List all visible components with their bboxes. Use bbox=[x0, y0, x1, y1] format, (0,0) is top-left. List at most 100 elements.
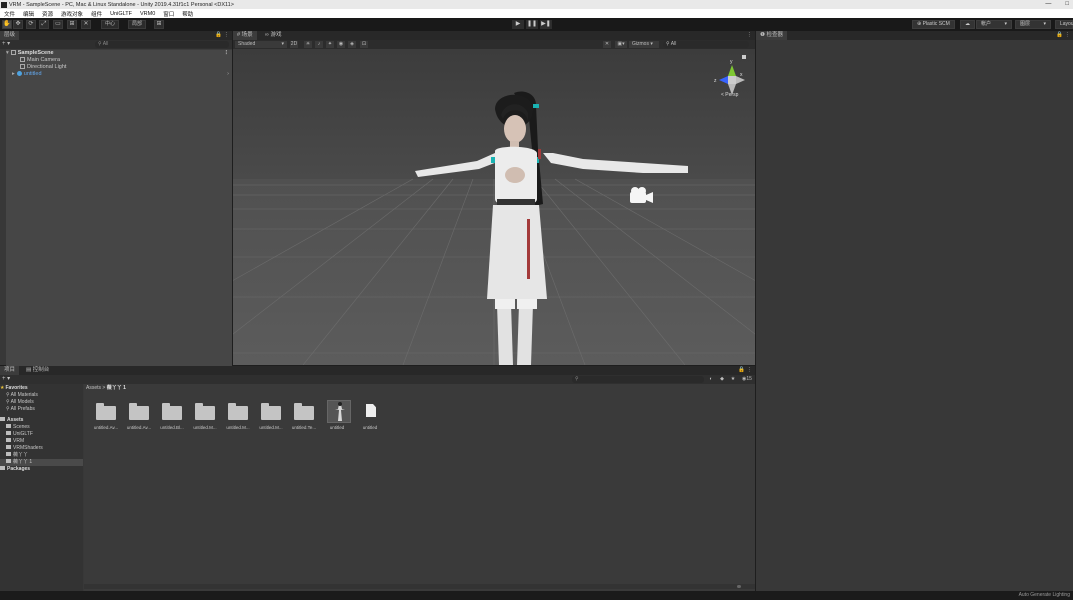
cloud-icon[interactable]: ☁ bbox=[960, 20, 975, 29]
tab-scene[interactable]: # 场景 bbox=[233, 31, 257, 40]
scene-search-input[interactable]: ⚲ All bbox=[663, 41, 749, 48]
step-button[interactable]: ▶❚ bbox=[540, 20, 552, 29]
lighting-toggle-icon[interactable]: ☀ bbox=[304, 41, 312, 48]
audio-toggle-icon[interactable]: ♪ bbox=[315, 41, 323, 48]
folder-vrm[interactable]: VRM bbox=[6, 438, 89, 445]
hand-tool-button[interactable]: ✋ bbox=[2, 20, 12, 29]
effects-toggle-icon[interactable]: ✦ bbox=[326, 41, 334, 48]
scale-tool-button[interactable]: ⤢ bbox=[39, 20, 49, 29]
menu-edit[interactable]: 编辑 bbox=[19, 10, 38, 18]
inspector-panel: ❶ 检查器 🔒 ⋮ bbox=[756, 31, 1073, 591]
hidden-objects-icon[interactable]: ◉ bbox=[337, 41, 345, 48]
panel-menu-icon[interactable]: 🔒 ⋮ bbox=[738, 366, 752, 375]
favorite-star-icon[interactable]: ★ bbox=[729, 376, 737, 383]
panel-menu-icon[interactable]: 🔒 ⋮ bbox=[215, 31, 229, 40]
scene-viewport[interactable]: y z x bbox=[233, 49, 755, 365]
tab-inspector[interactable]: ❶ 检查器 bbox=[756, 31, 787, 40]
asset-item[interactable]: untitled.M... bbox=[222, 402, 252, 438]
asset-item[interactable]: untitled.Av... bbox=[90, 402, 120, 438]
panel-menu-icon[interactable]: ⋮ bbox=[747, 31, 753, 40]
menu-component[interactable]: 组件 bbox=[87, 10, 106, 18]
rotate-tool-button[interactable]: ⟳ bbox=[26, 20, 36, 29]
menu-window[interactable]: 窗口 bbox=[159, 10, 178, 18]
folder-scenes[interactable]: Scenes bbox=[6, 424, 89, 431]
asset-name: untitled.M... bbox=[193, 425, 217, 430]
scene-menu-icon[interactable]: ⋮ bbox=[224, 50, 230, 57]
asset-item[interactable]: untitled bbox=[354, 402, 384, 438]
persp-label[interactable]: < Persp bbox=[721, 92, 738, 98]
shading-mode-dropdown[interactable]: Shaded ▾ bbox=[235, 41, 287, 48]
2d-toggle[interactable]: 2D bbox=[290, 41, 298, 48]
tools-icon[interactable]: ✕ bbox=[603, 41, 611, 48]
project-toolbar: + ▾ ⚲ ◐ ◆ ★ ◉15 bbox=[0, 375, 755, 384]
asset-size-slider[interactable] bbox=[84, 584, 755, 589]
asset-item[interactable]: untitled.M... bbox=[255, 402, 285, 438]
hierarchy-item-untitled[interactable]: ▸ untitled › bbox=[12, 71, 232, 78]
hierarchy-search-input[interactable]: ⚲ All bbox=[95, 41, 229, 48]
panel-menu-icon[interactable]: 🔒 ⋮ bbox=[1056, 31, 1070, 40]
breadcrumb: Assets > 薇丫丫 1 bbox=[86, 385, 126, 392]
menu-help[interactable]: 帮助 bbox=[178, 10, 197, 18]
asset-item[interactable]: untitled.M... bbox=[189, 402, 219, 438]
minimize-button[interactable]: — bbox=[1045, 0, 1051, 9]
menu-assets[interactable]: 资源 bbox=[38, 10, 57, 18]
expand-arrow-icon[interactable]: ▸ bbox=[12, 71, 15, 77]
menu-unigltf[interactable]: UniGLTF bbox=[106, 11, 136, 17]
hidden-packages-icon[interactable]: ◉15 bbox=[740, 376, 754, 383]
favorite-all-models[interactable]: ⚲All Models bbox=[6, 399, 89, 406]
play-button[interactable]: ▶ bbox=[512, 20, 524, 29]
folder-assets[interactable]: Assets bbox=[0, 417, 83, 424]
folder-unigltf[interactable]: UniGLTF bbox=[6, 431, 89, 438]
rect-tool-button[interactable]: ▭ bbox=[53, 20, 63, 29]
hierarchy-item-directional-light[interactable]: Directional Light bbox=[20, 64, 66, 71]
favorite-all-prefabs[interactable]: ⚲All Prefabs bbox=[6, 406, 89, 413]
plastic-scm-button[interactable]: ⊕ Plastic SCM bbox=[912, 20, 955, 29]
asset-item[interactable]: untitled bbox=[321, 400, 351, 438]
camera-settings-icon[interactable]: ◈ bbox=[348, 41, 356, 48]
filter-by-type-icon[interactable]: ◐ bbox=[707, 376, 715, 383]
transform-tool-button[interactable]: ⊞ bbox=[67, 20, 77, 29]
project-search-input[interactable]: ⚲ bbox=[572, 376, 704, 383]
folder-icon bbox=[294, 403, 314, 420]
hierarchy-item-scene[interactable]: ▾ SampleScene ⋮ bbox=[6, 50, 232, 384]
asset-item[interactable]: untitled.Te... bbox=[288, 402, 318, 438]
menu-gameobject[interactable]: 游戏对象 bbox=[57, 10, 87, 18]
add-object-button[interactable]: + ▾ bbox=[2, 40, 10, 49]
expand-arrow-icon[interactable]: ▾ bbox=[6, 50, 9, 56]
filter-by-label-icon[interactable]: ◆ bbox=[718, 376, 726, 383]
menu-file[interactable]: 文件 bbox=[0, 10, 19, 18]
layout-dropdown[interactable]: Layout bbox=[1055, 20, 1073, 29]
folder-vrmshaders[interactable]: VRMShaders bbox=[6, 445, 89, 452]
chevron-right-icon[interactable]: › bbox=[227, 71, 229, 78]
tab-project[interactable]: 项目 bbox=[0, 366, 20, 375]
create-asset-button[interactable]: + ▾ bbox=[2, 375, 10, 384]
pivot-toggle[interactable]: 中心 bbox=[101, 20, 120, 29]
favorite-all-materials[interactable]: ⚲All Materials bbox=[6, 392, 89, 399]
layers-dropdown[interactable]: 图层 ▾ bbox=[1015, 20, 1051, 29]
grid-snap-icon[interactable]: ⊞ bbox=[154, 20, 164, 29]
camera-dropdown-icon[interactable]: ▣▾ bbox=[615, 41, 627, 48]
folder-label: VRMShaders bbox=[13, 445, 43, 451]
asset-item[interactable]: untitled.Av... bbox=[123, 402, 153, 438]
move-tool-button[interactable]: ✥ bbox=[13, 20, 23, 29]
gizmo-toggle-icon[interactable]: ⊡ bbox=[360, 41, 368, 48]
slider-handle[interactable] bbox=[737, 585, 741, 588]
custom-tool-button[interactable]: ✕ bbox=[81, 20, 91, 29]
tab-hierarchy[interactable]: 层级 bbox=[0, 31, 20, 40]
tab-game[interactable]: ∞ 游戏 bbox=[261, 31, 285, 40]
local-global-toggle[interactable]: 局部 bbox=[128, 20, 147, 29]
breadcrumb-root[interactable]: Assets bbox=[86, 385, 101, 391]
pause-button[interactable]: ❚❚ bbox=[526, 20, 538, 29]
folder-favorites[interactable]: ★Favorites bbox=[0, 385, 83, 392]
asset-item[interactable]: untitled.Bl... bbox=[156, 402, 186, 438]
account-dropdown[interactable]: 帐户 ▾ bbox=[976, 20, 1012, 29]
maximize-button[interactable]: □ bbox=[1065, 0, 1069, 9]
folder-weiyaya-1[interactable]: 薇丫丫 1 bbox=[0, 459, 83, 466]
folder-packages[interactable]: Packages bbox=[0, 466, 83, 473]
breadcrumb-current[interactable]: 薇丫丫 1 bbox=[107, 385, 126, 391]
hierarchy-item-main-camera[interactable]: Main Camera bbox=[20, 57, 60, 64]
gizmos-dropdown[interactable]: Gizmos ▾ bbox=[629, 41, 659, 48]
menu-vrm0[interactable]: VRM0 bbox=[136, 11, 159, 17]
folder-weiyaya[interactable]: 薇丫丫 bbox=[6, 452, 89, 459]
tab-console[interactable]: ▤ 控制台 bbox=[22, 366, 53, 375]
